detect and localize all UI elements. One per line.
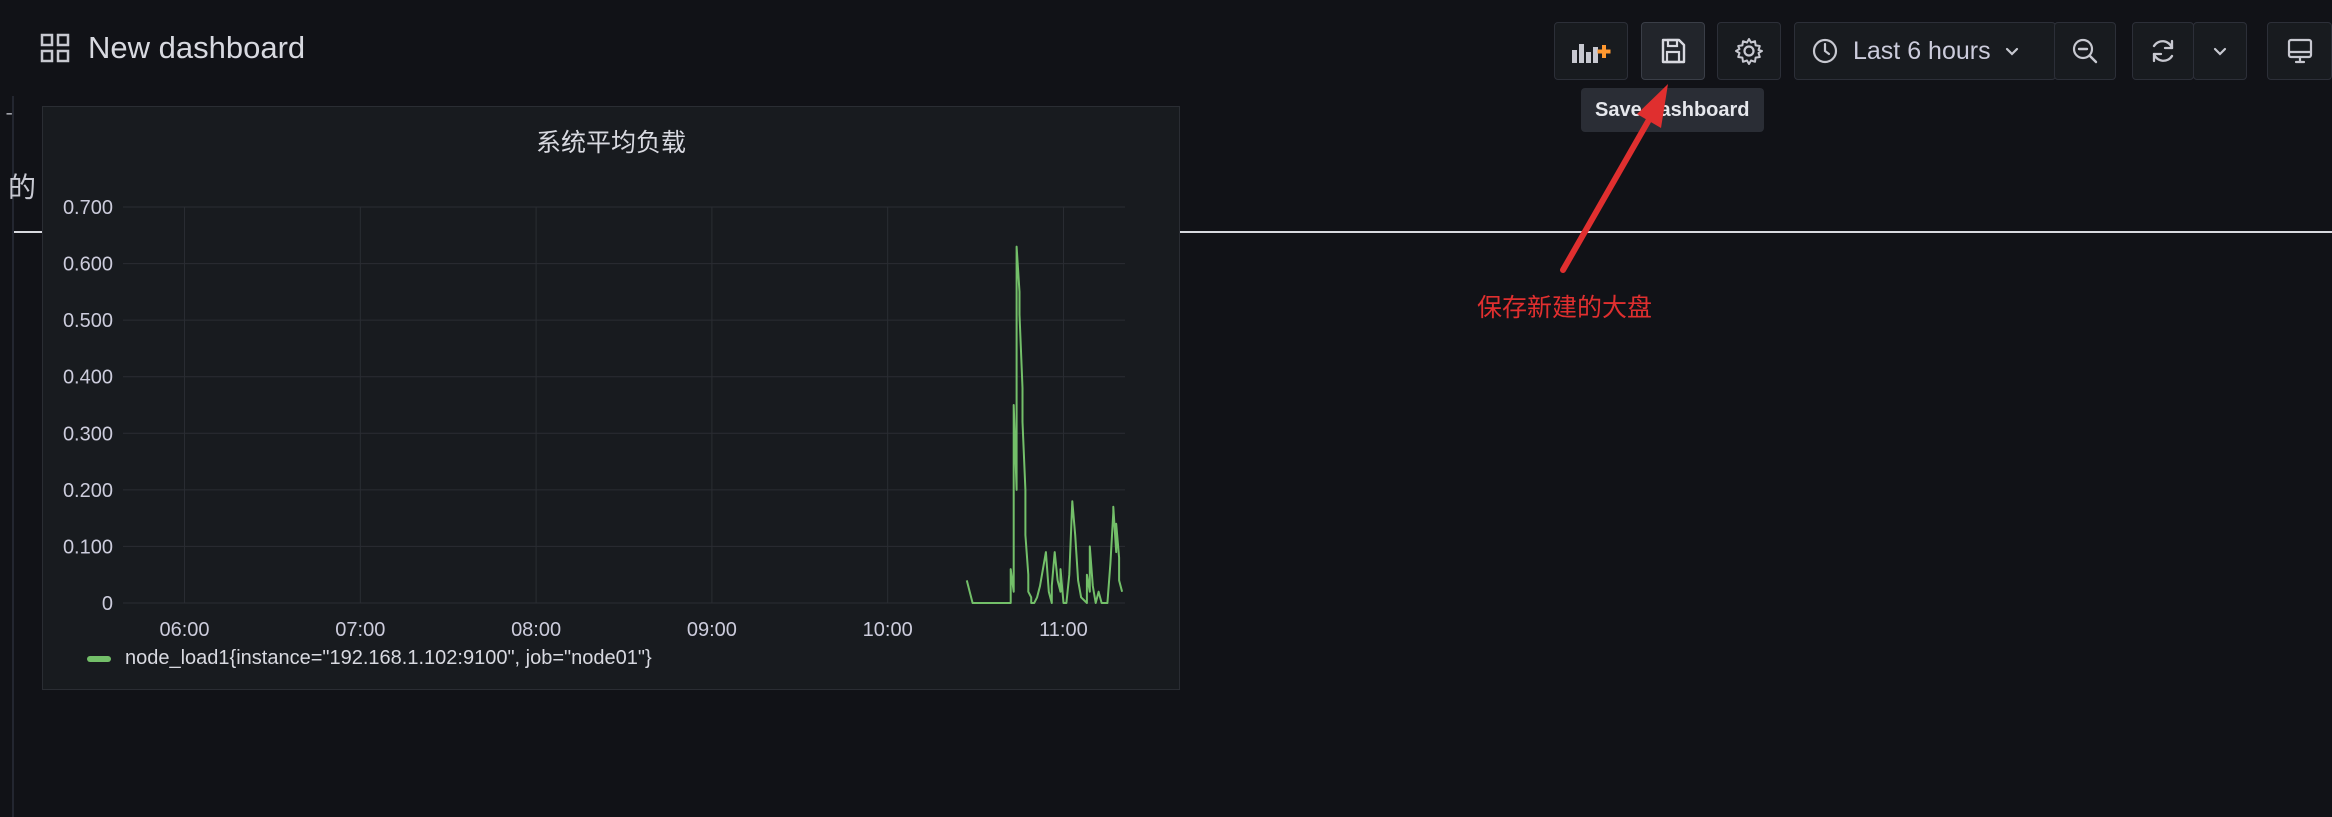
annotation-arrow	[1560, 84, 1668, 273]
annotation-text: 保存新建的大盘	[1477, 294, 1653, 322]
